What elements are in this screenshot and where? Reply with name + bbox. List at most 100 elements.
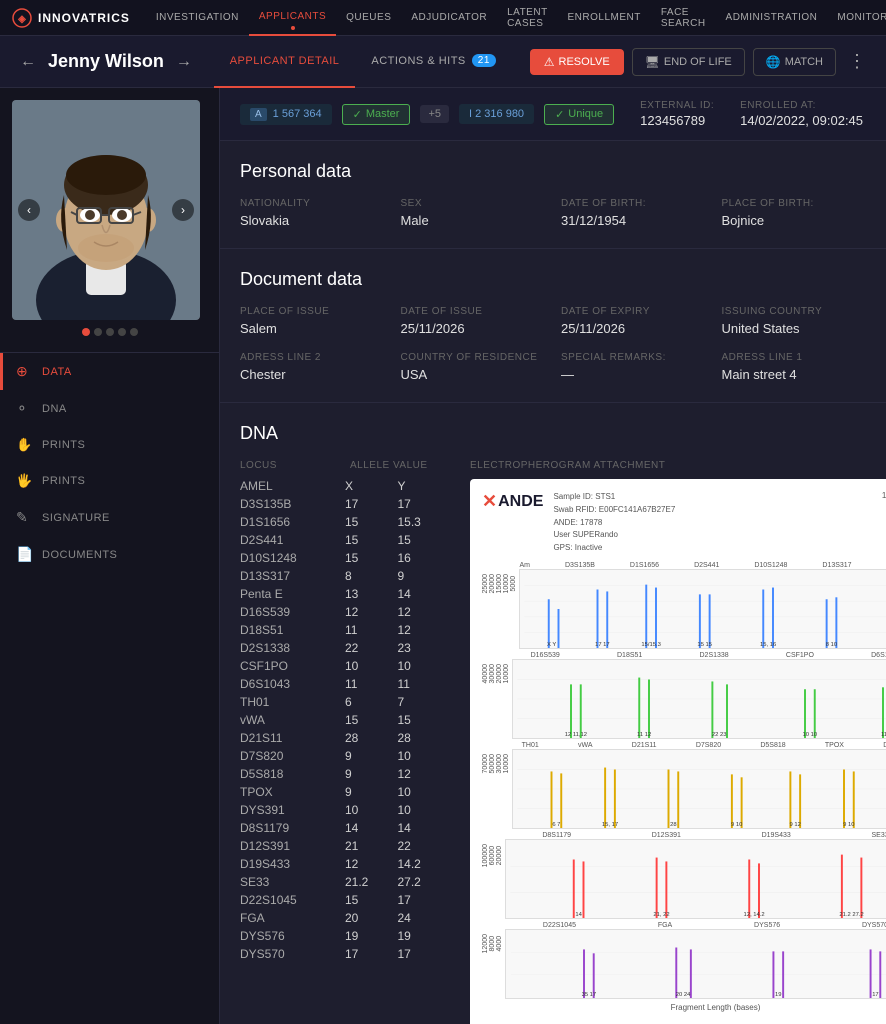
nav-item-enrollment[interactable]: ENROLLMENT xyxy=(558,0,651,36)
back-button[interactable]: ← xyxy=(16,49,40,75)
nav-item-applicants[interactable]: APPLICANTS xyxy=(249,0,336,36)
sidebar-item-signature[interactable]: ✎ SIGNATURE xyxy=(0,499,219,536)
svg-text:11 12: 11 12 xyxy=(637,732,651,738)
place-of-issue-field: PLACE OF ISSUE Salem xyxy=(240,306,385,336)
electro-chart-2: D16S539D18S51D2S1338CSF1POD6S1043 400003… xyxy=(482,651,886,739)
photo-dot-5[interactable] xyxy=(130,328,138,336)
dna-allele-a: 8 xyxy=(345,569,398,583)
record-badge-2: I 2 316 980 xyxy=(459,104,534,124)
nav-item-latent-cases[interactable]: LATENT CASES xyxy=(497,0,557,36)
pob-label: PLACE OF BIRTH: xyxy=(722,198,867,209)
prints-icon-1: ✋ xyxy=(16,437,32,453)
end-of-life-button[interactable]: 🖥 END OF LIFE xyxy=(632,48,745,76)
dna-row: D5S818 9 12 xyxy=(240,765,450,783)
dna-locus: CSF1PO xyxy=(240,659,345,673)
resolve-icon: ⚠ xyxy=(544,55,555,69)
photo-next-button[interactable]: › xyxy=(172,199,194,221)
dob-field: DATE OF BIRTH: 31/12/1954 xyxy=(561,198,706,228)
ande-logo: ✕ ANDE xyxy=(482,491,543,512)
dna-allele-a: 21.2 xyxy=(345,875,398,889)
photo-dot-3[interactable] xyxy=(106,328,114,336)
photo-dots xyxy=(12,328,207,336)
prints-icon-2: 🖐 xyxy=(16,473,32,489)
dna-allele-b: 14 xyxy=(398,821,451,835)
sidebar-item-prints-2[interactable]: 🖐 PRINTS xyxy=(0,463,219,499)
dna-row: DYS391 10 10 xyxy=(240,801,450,819)
country-of-residence-value: USA xyxy=(401,367,546,382)
sidebar-label-signature: SIGNATURE xyxy=(42,512,110,524)
photo-dot-1[interactable] xyxy=(82,328,90,336)
signature-icon: ✎ xyxy=(16,509,32,526)
dna-row: D12S391 21 22 xyxy=(240,837,450,855)
svg-text:21.2 27.2: 21.2 27.2 xyxy=(839,912,863,918)
dna-allele-b: 22 xyxy=(398,839,451,853)
content-area: A 1 567 364 ✓ Master +5 I 2 316 980 ✓ Un… xyxy=(220,88,886,1024)
dna-allele-a: 28 xyxy=(345,731,398,745)
dna-table: LOCUS ALLELE VALUE AMEL X Y D3S135B 17 1… xyxy=(240,460,450,963)
tab-actions-hits[interactable]: ACTIONS & HITS 21 xyxy=(355,36,512,88)
sidebar-item-dna[interactable]: ⚬ DNA xyxy=(0,390,219,427)
photo-prev-button[interactable]: ‹ xyxy=(18,199,40,221)
sex-field: SEX Male xyxy=(401,198,546,228)
dna-allele-a: 20 xyxy=(345,911,398,925)
dna-locus: D7S820 xyxy=(240,749,345,763)
sex-label: SEX xyxy=(401,198,546,209)
resolve-button[interactable]: ⚠ RESOLVE xyxy=(530,49,624,75)
sidebar-item-data[interactable]: ⊕ DATA xyxy=(0,353,219,390)
dna-row: D6S1043 11 11 xyxy=(240,675,450,693)
dna-allele-a: 15 xyxy=(345,551,398,565)
nav-item-queues[interactable]: QUEUES xyxy=(336,0,401,36)
svg-text:9 10: 9 10 xyxy=(731,822,743,828)
nav-item-monitoring[interactable]: MONITORING xyxy=(827,0,886,36)
dna-allele-b: 10 xyxy=(398,803,451,817)
sidebar-item-documents[interactable]: 📄 DOCUMENTS xyxy=(0,536,219,573)
more-options-button[interactable]: ⋮ xyxy=(844,51,870,72)
date-of-issue-label: DATE OF ISSUE xyxy=(401,306,546,317)
dna-locus: D2S441 xyxy=(240,533,345,547)
dna-allele-a: 17 xyxy=(345,497,398,511)
svg-text:9 12: 9 12 xyxy=(790,822,801,828)
address-line1-field: ADRESS LINE 1 Main street 4 xyxy=(722,352,867,382)
enrolled-at-value: 14/02/2022, 09:02:45 xyxy=(740,113,863,128)
photo-dot-4[interactable] xyxy=(118,328,126,336)
dna-row: D18S51 11 12 xyxy=(240,621,450,639)
pob-field: PLACE OF BIRTH: Bojnice xyxy=(722,198,867,228)
forward-button[interactable]: → xyxy=(172,49,196,75)
dna-allele-b: 15 xyxy=(398,713,451,727)
allele-col-header: ALLELE VALUE xyxy=(350,460,450,471)
nav-item-investigation[interactable]: INVESTIGATION xyxy=(146,0,249,36)
sidebar-label-prints-1: PRINTS xyxy=(42,439,85,451)
photo-dot-2[interactable] xyxy=(94,328,102,336)
dna-allele-a: 11 xyxy=(345,677,398,691)
match-button[interactable]: 🌐 MATCH xyxy=(753,48,836,76)
dna-locus: TPOX xyxy=(240,785,345,799)
electropherogram: ELECTROPHEROGRAM ATTACHMENT ✕ ANDE Sampl… xyxy=(470,460,886,1024)
dna-row: DYS576 19 19 xyxy=(240,927,450,945)
electro-user: User SUPERando xyxy=(553,529,675,542)
dna-row: FGA 20 24 xyxy=(240,909,450,927)
nav-item-administration[interactable]: ADMINISTRATION xyxy=(716,0,828,36)
dna-locus: D21S11 xyxy=(240,731,345,745)
document-data-section: Document data PLACE OF ISSUE Salem DATE … xyxy=(220,249,886,403)
dna-allele-b: 9 xyxy=(398,569,451,583)
dna-allele-b: 10 xyxy=(398,659,451,673)
date-of-expiry-field: DATE OF EXPIRY 25/11/2026 xyxy=(561,306,706,336)
nav-item-face-search[interactable]: FACE SEARCH xyxy=(651,0,716,36)
dna-allele-a: 15 xyxy=(345,533,398,547)
address-line2-value: Chester xyxy=(240,367,385,382)
sidebar-item-prints-1[interactable]: ✋ PRINTS xyxy=(0,427,219,463)
svg-text:10 10: 10 10 xyxy=(803,732,818,738)
dna-locus: D6S1043 xyxy=(240,677,345,691)
documents-icon: 📄 xyxy=(16,546,32,563)
dna-allele-b: 19 xyxy=(398,929,451,943)
logo[interactable]: ◈ INNOVATRICS xyxy=(12,8,130,28)
nav-item-adjudicator[interactable]: ADJUDICATOR xyxy=(401,0,497,36)
tab-applicant-detail[interactable]: APPLICANT DETAIL xyxy=(214,36,356,88)
dna-locus: D13S317 xyxy=(240,569,345,583)
ande-text: ANDE xyxy=(498,493,543,511)
dna-locus: D2S1338 xyxy=(240,641,345,655)
dna-row: D16S539 12 12 xyxy=(240,603,450,621)
dna-allele-b: 12 xyxy=(398,605,451,619)
special-remarks-value: — xyxy=(561,367,706,382)
dna-content: LOCUS ALLELE VALUE AMEL X Y D3S135B 17 1… xyxy=(240,460,866,1024)
